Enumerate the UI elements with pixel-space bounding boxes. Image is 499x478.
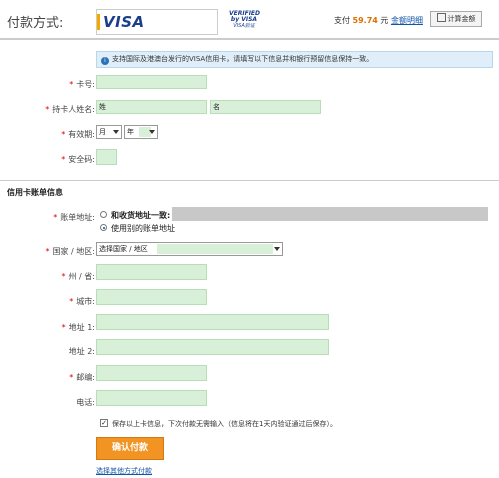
- other-address-option[interactable]: 使用别的账单地址: [111, 223, 175, 234]
- visa-logo: VISA: [103, 13, 145, 31]
- country-fill: [157, 244, 273, 254]
- chevron-down-icon: [113, 130, 119, 134]
- pay-prefix: 支付: [334, 16, 350, 25]
- info-message: 支持国际及港澳台发行的VISA信用卡，请填写以下信息并和银行预留信息保持一致。: [112, 55, 374, 63]
- pay-detail-link[interactable]: 金额明细: [391, 16, 423, 25]
- header-divider: [0, 38, 499, 40]
- verified-line3: VISA验证: [233, 23, 255, 29]
- redacted-address: [172, 207, 488, 221]
- zip-input[interactable]: [96, 365, 207, 381]
- country-label: * 国家 / 地区:: [45, 247, 95, 256]
- address1-label: * 地址 1:: [61, 323, 95, 332]
- billing-address-label: * 账单地址:: [53, 213, 95, 222]
- address2-input[interactable]: [96, 339, 329, 355]
- card-number-label: * 卡号:: [69, 80, 95, 89]
- pay-total: 支付 59.74 元 金额明细: [334, 15, 423, 26]
- last-name-input[interactable]: 名: [210, 100, 321, 114]
- pay-amount: 59.74: [352, 16, 378, 25]
- state-label: * 州 / 省:: [61, 272, 95, 281]
- chevron-down-icon: [274, 247, 280, 251]
- calculator-icon: [436, 13, 446, 22]
- city-label: * 城市:: [69, 297, 95, 306]
- city-input[interactable]: [96, 289, 207, 305]
- visa-card-option[interactable]: VISA: [96, 9, 218, 35]
- phone-input[interactable]: [96, 390, 207, 406]
- confirm-pay-button[interactable]: 确认付款: [96, 437, 164, 460]
- save-card-checkbox[interactable]: ✓: [100, 419, 108, 427]
- visa-accent-bar: [97, 14, 100, 30]
- billing-section-title: 信用卡账单信息: [7, 188, 63, 197]
- chevron-down-icon: [149, 130, 155, 134]
- phone-label: 电话:: [76, 398, 95, 407]
- cvv-input[interactable]: [96, 149, 117, 165]
- verified-by-visa-logo: VERIFIED by VISA VISA验证: [229, 11, 260, 30]
- expiry-label: * 有效期:: [61, 130, 95, 139]
- save-card-text: 保存以上卡信息，下次付款无需输入（信息将在1天内验证通过后保存）。: [112, 420, 337, 428]
- zip-label: * 邮编:: [69, 373, 95, 382]
- other-method-link[interactable]: 选择其他方式付款: [96, 466, 152, 476]
- card-number-input[interactable]: [96, 75, 207, 89]
- address1-input[interactable]: [96, 314, 329, 330]
- calculate-amount-label: 计算金额: [447, 15, 476, 23]
- expiry-year-select[interactable]: 年: [124, 125, 158, 139]
- same-address-option[interactable]: 和收货地址一致:: [111, 210, 170, 221]
- other-address-radio[interactable]: [100, 224, 107, 231]
- address2-label: 地址 2:: [68, 347, 95, 356]
- section-divider: [0, 180, 499, 181]
- same-address-radio[interactable]: [100, 211, 107, 218]
- expiry-month-select[interactable]: 月: [96, 125, 122, 139]
- pay-unit: 元: [380, 16, 389, 25]
- state-input[interactable]: [96, 264, 207, 280]
- country-select[interactable]: 选择国家 / 地区: [96, 242, 283, 256]
- calculate-amount-button[interactable]: 计算金额: [430, 11, 482, 27]
- info-icon: i: [101, 57, 109, 65]
- payment-method-title: 付款方式:: [7, 16, 64, 31]
- holder-name-label: * 持卡人姓名:: [45, 105, 95, 114]
- info-bar: i 支持国际及港澳台发行的VISA信用卡，请填写以下信息并和银行预留信息保持一致。: [96, 51, 493, 68]
- cvv-label: * 安全码:: [61, 155, 95, 164]
- first-name-input[interactable]: 姓: [96, 100, 207, 114]
